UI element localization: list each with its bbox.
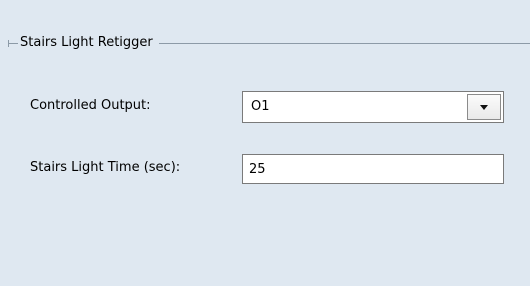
stairs-light-time-input[interactable] bbox=[242, 154, 504, 184]
stairs-light-time-label: Stairs Light Time (sec): bbox=[30, 160, 181, 175]
controlled-output-label: Controlled Output: bbox=[30, 98, 151, 113]
controlled-output-dropdown[interactable]: O1 bbox=[242, 91, 504, 123]
stairs-light-retigger-panel: Stairs Light Retigger Controlled Output:… bbox=[8, 0, 530, 286]
controlled-output-value: O1 bbox=[251, 99, 270, 114]
chevron-down-icon bbox=[480, 105, 488, 110]
dropdown-button[interactable] bbox=[467, 94, 501, 120]
groupbox-title: Stairs Light Retigger bbox=[18, 33, 159, 53]
